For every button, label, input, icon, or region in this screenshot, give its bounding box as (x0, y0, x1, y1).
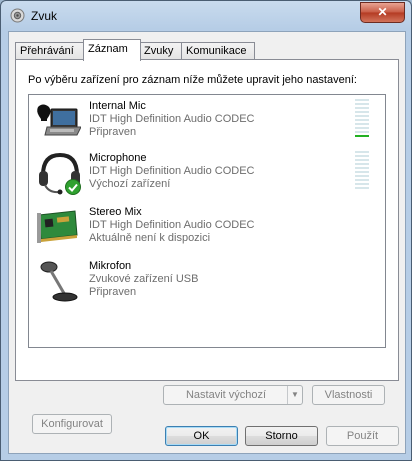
meter-bar (355, 135, 369, 137)
laptop-mic-icon (35, 99, 82, 145)
device-name: Microphone (89, 152, 147, 164)
meter-bar (355, 171, 369, 173)
device-driver: IDT High Definition Audio CODEC (89, 113, 255, 125)
device-status: Aktuálně není k dispozici (89, 232, 211, 244)
meter-bar (355, 179, 369, 181)
cancel-button[interactable]: Storno (245, 426, 318, 446)
meter-bar (355, 175, 369, 177)
set-default-button[interactable]: Nastavit výchozí ▼ (163, 385, 303, 405)
device-status: Připraven (89, 126, 137, 138)
meter-bar (355, 111, 369, 113)
list-item[interactable]: Microphone IDT High Definition Audio COD… (29, 147, 385, 199)
device-driver: Zvukové zařízení USB (89, 273, 199, 285)
list-item[interactable]: Internal Mic IDT High Definition Audio C… (29, 95, 385, 147)
window-title: Zvuk (31, 9, 58, 23)
tab-playback[interactable]: Přehrávání (15, 42, 85, 60)
device-status: Výchozí zařízení (89, 178, 171, 190)
check-icon (65, 179, 81, 195)
recording-panel: Po výběru zařízení pro záznam níže můžet… (15, 59, 399, 434)
tab-recording[interactable]: Záznam (83, 39, 141, 61)
meter-bar (355, 159, 369, 161)
title-bar[interactable]: Zvuk ✕ (1, 1, 411, 31)
device-name: Stereo Mix (89, 206, 142, 218)
meter-bar (355, 99, 369, 101)
level-meter (355, 151, 369, 191)
properties-button[interactable]: Vlastnosti (312, 385, 385, 405)
device-status: Připraven (89, 286, 137, 298)
meter-bar (355, 123, 369, 125)
device-driver: IDT High Definition Audio CODEC (89, 165, 255, 177)
device-name: Internal Mic (89, 100, 146, 112)
meter-bar (355, 167, 369, 169)
meter-bar (355, 163, 369, 165)
level-meter (355, 99, 369, 139)
sound-card-icon (35, 205, 81, 251)
ok-button[interactable]: OK (165, 426, 238, 446)
meter-bar (355, 103, 369, 105)
sound-dialog: Zvuk ✕ Přehrávání Záznam Zvuky Komunikac… (0, 0, 412, 461)
dialog-body: Přehrávání Záznam Zvuky Komunikace Po vý… (8, 31, 406, 454)
device-driver: IDT High Definition Audio CODEC (89, 219, 255, 231)
list-item[interactable]: Mikrofon Zvukové zařízení USB Připraven (29, 255, 385, 307)
meter-bar (355, 155, 369, 157)
desk-mic-icon (35, 259, 81, 305)
device-list[interactable]: Internal Mic IDT High Definition Audio C… (28, 94, 386, 348)
speaker-icon (10, 8, 25, 23)
chevron-down-icon[interactable]: ▼ (287, 386, 302, 404)
set-default-label: Nastavit výchozí (185, 389, 267, 401)
meter-bar (355, 119, 369, 121)
meter-bar (355, 127, 369, 129)
meter-bar (355, 183, 369, 185)
meter-bar (355, 131, 369, 133)
meter-bar (355, 107, 369, 109)
tab-communications[interactable]: Komunikace (181, 42, 255, 60)
meter-bar (355, 151, 369, 153)
close-button[interactable]: ✕ (360, 2, 405, 23)
list-item[interactable]: Stereo Mix IDT High Definition Audio COD… (29, 201, 385, 253)
configure-button[interactable]: Konfigurovat (32, 414, 112, 434)
apply-button[interactable]: Použít (326, 426, 399, 446)
meter-bar (355, 187, 369, 189)
close-icon: ✕ (377, 5, 388, 19)
meter-bar (355, 115, 369, 117)
panel-instructions: Po výběru zařízení pro záznam níže můžet… (28, 74, 357, 86)
device-name: Mikrofon (89, 260, 132, 272)
